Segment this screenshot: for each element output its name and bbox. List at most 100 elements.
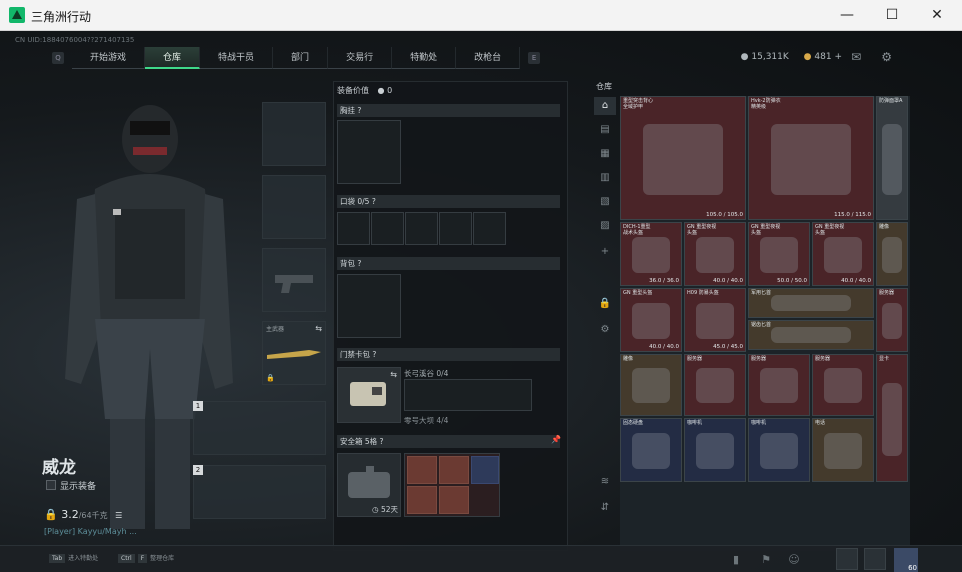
pistol-slot[interactable] bbox=[262, 248, 326, 312]
lock-icon[interactable]: 🔒 bbox=[594, 295, 616, 313]
checkbox-icon[interactable] bbox=[46, 480, 56, 490]
mail-icon[interactable]: ✉ bbox=[851, 50, 881, 64]
pocket-slot[interactable] bbox=[439, 212, 472, 245]
tab-department[interactable]: 部门 bbox=[273, 47, 329, 69]
backpack-slot[interactable] bbox=[337, 274, 401, 338]
item-image bbox=[823, 432, 863, 469]
enter-special-ops-hint[interactable]: Tab 进入特勤处 bbox=[49, 553, 98, 563]
tab-operators[interactable]: 特战干员 bbox=[200, 47, 274, 69]
warehouse-item[interactable]: 固态硬盘 bbox=[620, 418, 682, 482]
warehouse-item[interactable]: 重型突击背心 全域护甲 105.0 / 105.0 bbox=[620, 96, 746, 220]
pin-icon[interactable]: 📌 bbox=[551, 435, 561, 444]
item-image bbox=[695, 236, 735, 273]
warehouse-item[interactable]: 电话 bbox=[812, 418, 874, 482]
sort-icon[interactable]: ⇵ bbox=[594, 499, 616, 517]
warehouse-item[interactable]: 显卡 bbox=[876, 354, 908, 482]
key-ctrl: Ctrl bbox=[118, 554, 135, 563]
pocket-slot[interactable] bbox=[405, 212, 438, 245]
warehouse-item[interactable]: 雕像 bbox=[876, 222, 908, 286]
add-tab-icon[interactable]: + bbox=[594, 243, 616, 261]
sort-warehouse-label: 整理仓库 bbox=[150, 555, 175, 562]
close-button[interactable]: ✕ bbox=[914, 0, 960, 31]
layers-icon[interactable]: ≋ bbox=[594, 473, 616, 491]
safe-time: 52天 bbox=[380, 505, 398, 514]
armor-slot[interactable] bbox=[262, 175, 326, 239]
warehouse-item[interactable]: 锯齿匕首 bbox=[748, 320, 874, 350]
warehouse-item[interactable]: GN 重型夜视 头盔 40.0 / 40.0 bbox=[812, 222, 874, 286]
helmet-slot[interactable] bbox=[262, 102, 326, 166]
warehouse-item[interactable]: H09 防暴头盔 45.0 / 45.0 bbox=[684, 288, 746, 352]
list-icon[interactable]: ☰ bbox=[115, 511, 122, 520]
avatar[interactable]: 60 bbox=[894, 548, 918, 572]
warehouse-item[interactable]: 咖啡机 bbox=[684, 418, 746, 482]
item-name: 服务器 bbox=[879, 290, 895, 296]
tab-gunsmith[interactable]: 改枪台 bbox=[456, 47, 521, 69]
nav-key-left[interactable]: Q bbox=[52, 52, 64, 64]
home-icon[interactable]: ⌂ bbox=[594, 97, 616, 115]
tab-warehouse[interactable]: 仓库 bbox=[145, 47, 201, 69]
minimize-button[interactable]: — bbox=[824, 0, 870, 31]
pocket-slot[interactable] bbox=[473, 212, 506, 245]
gear-icon[interactable]: ⚙ bbox=[881, 50, 912, 64]
item-image bbox=[882, 382, 902, 456]
show-gear-toggle[interactable]: 显示装备 bbox=[46, 479, 96, 492]
pocket-slot[interactable] bbox=[337, 212, 370, 245]
swap-icon[interactable]: ⇆ bbox=[315, 324, 322, 333]
warehouse-item[interactable]: 服务器 bbox=[812, 354, 874, 416]
primary-weapon-slot[interactable]: 1 bbox=[193, 401, 326, 455]
category-weapon-icon[interactable]: ▨ bbox=[594, 217, 616, 235]
safe-box-slot[interactable]: ◷ 52天 bbox=[337, 453, 401, 517]
category-armor-icon[interactable]: ▦ bbox=[594, 145, 616, 163]
keycard-case-slot[interactable]: ⇆ bbox=[337, 367, 401, 423]
warehouse-item[interactable]: DICH-1重型 战术头盔 36.0 / 36.0 bbox=[620, 222, 682, 286]
warehouse-item[interactable]: GN 重型夜视 头盔 50.0 / 50.0 bbox=[748, 222, 810, 286]
settings-icon[interactable]: ⚙ bbox=[594, 321, 616, 339]
safe-item[interactable] bbox=[407, 486, 437, 514]
flag-icon[interactable]: ⚑ bbox=[756, 550, 776, 570]
zero-dam-label: 零号大坝 4/4 bbox=[404, 416, 449, 425]
category-helmet-icon[interactable]: ▤ bbox=[594, 121, 616, 139]
nav-key-right[interactable]: E bbox=[528, 52, 541, 64]
item-image bbox=[771, 123, 851, 195]
item-name: 咖啡机 bbox=[751, 420, 767, 426]
item-name: 锯齿匕首 bbox=[751, 322, 772, 328]
ticket-icon: ● bbox=[803, 52, 812, 62]
safe-box-grid[interactable] bbox=[404, 453, 500, 517]
tab-trading[interactable]: 交易行 bbox=[328, 47, 393, 69]
warehouse-item[interactable]: 服务器 bbox=[684, 354, 746, 416]
melee-slot[interactable]: 主武器 ⇆ 🔒 bbox=[262, 321, 326, 385]
team-slot[interactable] bbox=[836, 548, 858, 570]
category-backpack-icon[interactable]: ▥ bbox=[594, 169, 616, 187]
sort-warehouse-hint[interactable]: Ctrl F 整理仓库 bbox=[118, 553, 174, 563]
keycard-slots[interactable] bbox=[404, 379, 532, 411]
warehouse-item[interactable]: 雕像 bbox=[620, 354, 682, 416]
warehouse-panel: 仓库 ⌂ ▤ ▦ ▥ ▧ ▨ + 🔒 ⚙ ≋ ⇵ 重型突击背心 全域护甲 105.… bbox=[590, 81, 920, 551]
tab-start-game[interactable]: 开始游戏 bbox=[72, 47, 146, 69]
add-currency-button[interactable]: + bbox=[834, 52, 842, 62]
category-rig-icon[interactable]: ▧ bbox=[594, 193, 616, 211]
safe-item[interactable] bbox=[407, 456, 437, 484]
warehouse-item[interactable]: GN 重型头盔 40.0 / 40.0 bbox=[620, 288, 682, 352]
friends-icon[interactable]: ☺ bbox=[784, 550, 804, 570]
pocket-slot[interactable] bbox=[371, 212, 404, 245]
warehouse-item[interactable]: 军用匕首 bbox=[748, 288, 874, 318]
warehouse-item[interactable]: 防弹面罩A bbox=[876, 96, 908, 220]
stats-icon[interactable]: ▮ bbox=[726, 550, 746, 570]
warehouse-item[interactable]: 服务器 bbox=[876, 288, 908, 352]
item-name: 显卡 bbox=[879, 356, 890, 362]
secondary-weapon-slot[interactable]: 2 bbox=[193, 465, 326, 519]
chest-rig-slot[interactable] bbox=[337, 120, 401, 184]
safe-item[interactable] bbox=[439, 486, 469, 514]
team-slot[interactable] bbox=[864, 548, 886, 570]
warehouse-item[interactable]: 咖啡机 bbox=[748, 418, 810, 482]
warehouse-grid[interactable]: 重型突击背心 全域护甲 105.0 / 105.0 Hvk-2防弹衣 精英级 115.… bbox=[620, 96, 910, 551]
safe-item-usb[interactable] bbox=[471, 456, 499, 484]
tab-special-ops[interactable]: 特勤处 bbox=[392, 47, 457, 69]
gear-value-label: 装备价值 bbox=[337, 86, 369, 95]
safe-item[interactable] bbox=[439, 456, 469, 484]
warehouse-item[interactable]: GN 重型夜视 头盔 40.0 / 40.0 bbox=[684, 222, 746, 286]
warehouse-item[interactable]: 服务器 bbox=[748, 354, 810, 416]
swap-icon[interactable]: ⇆ bbox=[390, 370, 397, 379]
maximize-button[interactable]: ☐ bbox=[869, 0, 915, 31]
warehouse-item[interactable]: Hvk-2防弹衣 精英级 115.0 / 115.0 bbox=[748, 96, 874, 220]
